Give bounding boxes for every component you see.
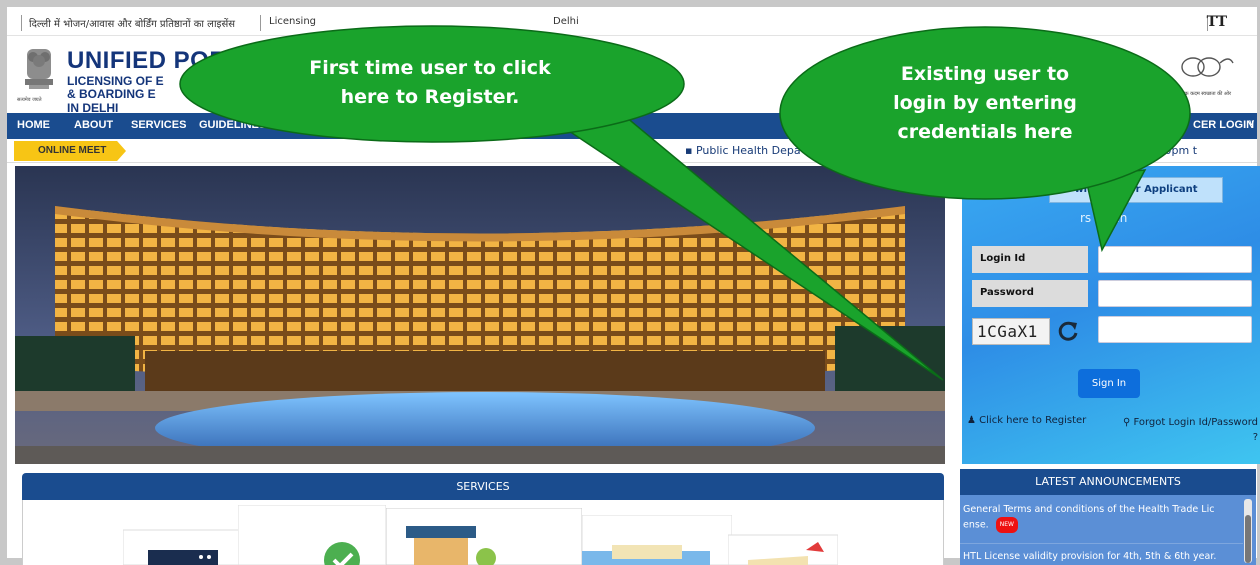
register-link-label: Click here to Register — [979, 415, 1087, 426]
announcement-text: ense. — [963, 519, 989, 531]
announcement-item[interactable]: General Terms and conditions of the Heal… — [963, 503, 1233, 533]
login-id-label: Login Id — [972, 246, 1088, 273]
nav-about[interactable]: ABOUT — [74, 119, 113, 131]
divider — [260, 15, 261, 31]
swachh-bharat-logo-icon — [1181, 57, 1234, 77]
portal-title: UNIFIED POR — [67, 47, 228, 74]
login-callout-line3: credentials here — [897, 121, 1073, 143]
announcements-panel: General Terms and conditions of the Heal… — [960, 495, 1256, 565]
english-site-title-fragment: Licensing — [269, 16, 317, 27]
scrollbar-thumb[interactable] — [1245, 515, 1251, 563]
new-badge: NEW — [995, 517, 1018, 533]
forgot-link-label: Forgot Login Id/Password — [1133, 417, 1258, 428]
ticker-tag: ONLINE MEET — [14, 141, 126, 161]
nav-home[interactable]: HOME — [17, 119, 50, 131]
sign-in-button[interactable]: Sign In — [1078, 369, 1140, 398]
register-link[interactable]: ♟ Click here to Register — [967, 415, 1086, 426]
login-id-input[interactable] — [1098, 246, 1252, 273]
services-panel — [22, 500, 944, 565]
password-input[interactable] — [1098, 280, 1252, 307]
login-callout-line1: Existing user to — [900, 63, 1070, 85]
login-panel-title: rs Login — [1080, 211, 1128, 225]
login-callout-line2: login by entering — [893, 92, 1077, 114]
captcha-input[interactable] — [1098, 316, 1252, 343]
announcements-scrollbar[interactable] — [1244, 499, 1252, 563]
swachh-caption: एक कदम स्वच्छता की ओर — [1182, 91, 1231, 97]
ticker-text-left[interactable]: ▪ Public Health Depa — [685, 144, 801, 157]
forgot-login-link[interactable]: ⚲ Forgot Login Id/Password? — [1082, 415, 1258, 445]
service-tile-computer-icon[interactable] — [123, 520, 243, 565]
chevron-down-icon: ˅ — [1249, 118, 1255, 128]
nav-officer-login[interactable]: CER LOGIN — [1193, 119, 1254, 131]
divider — [960, 543, 1243, 544]
portal-subtitle-line2: & BOARDING E — [67, 87, 156, 101]
hero-hotel-image — [15, 166, 945, 464]
register-callout-line1: First time user to click — [309, 57, 551, 79]
password-label: Password — [972, 280, 1088, 307]
service-tile-check-icon[interactable] — [238, 505, 386, 565]
service-tile-tag-icon[interactable] — [728, 520, 838, 565]
service-tile-shop-icon[interactable] — [386, 508, 582, 565]
portal-subtitle: LICENSING OF E & BOARDING E — [67, 75, 164, 101]
text-size-toggle[interactable]: TT — [1207, 14, 1227, 30]
top-strip: दिल्ली में भोजन/आवास और बोर्डिंग प्रतिष्… — [7, 10, 1257, 36]
hindi-site-title: दिल्ली में भोजन/आवास और बोर्डिंग प्रतिष्… — [29, 19, 235, 30]
login-panel: wnloads for Applicant rs Login Login Id … — [962, 166, 1260, 464]
user-icon: ♟ — [967, 415, 976, 426]
nav-services[interactable]: SERVICES — [131, 119, 186, 131]
announcement-item[interactable]: HTL License validity provision for 4th, … — [963, 551, 1239, 562]
english-site-title-tail: Delhi — [553, 16, 579, 27]
forgot-link-question: ? — [1252, 432, 1258, 443]
nav-guidelines[interactable]: GUIDELINES & D — [199, 119, 288, 131]
login-callout-text: Existing user to login by entering crede… — [835, 60, 1135, 147]
services-heading: SERVICES — [22, 473, 944, 500]
announcement-text: General Terms and conditions of the Heal… — [963, 504, 1215, 515]
divider — [21, 15, 22, 31]
service-tile-document-icon[interactable] — [582, 515, 732, 565]
captcha-image: 1CGaX1 — [972, 318, 1050, 345]
register-callout-line2: here to Register. — [340, 86, 520, 108]
refresh-captcha-icon[interactable] — [1056, 319, 1080, 343]
emblem-caption: सत्यमेव जयते — [17, 97, 42, 103]
key-icon: ⚲ — [1122, 417, 1131, 428]
national-emblem-icon — [25, 49, 53, 89]
register-callout-text: First time user to click here to Registe… — [260, 54, 600, 112]
downloads-for-applicant-button[interactable]: wnloads for Applicant — [1049, 177, 1223, 203]
announcements-heading: LATEST ANNOUNCEMENTS — [960, 469, 1256, 495]
